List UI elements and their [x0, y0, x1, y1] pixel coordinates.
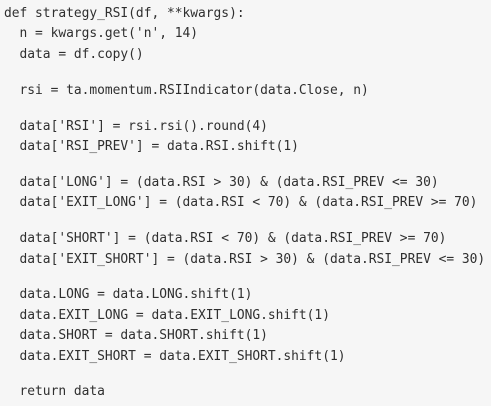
code-line: data['EXIT_LONG'] = (data.RSI < 70) & (d… [4, 195, 478, 211]
code-line: data.LONG = data.LONG.shift(1) [4, 287, 253, 303]
code-line: def strategy_RSI(df, **kwargs): [4, 6, 245, 21]
code-block: def strategy_RSI(df, **kwargs): n = kwar… [0, 0, 491, 406]
code-line: data['SHORT'] = (data.RSI < 70) & (data.… [4, 231, 447, 247]
code-line: data['RSI_PREV'] = data.RSI.shift(1) [4, 138, 299, 154]
code-line: rsi = ta.momentum.RSIIndicator(data.Clos… [4, 82, 369, 98]
code-line: data = df.copy() [4, 46, 144, 62]
code-line: data['EXIT_SHORT'] = (data.RSI > 30) & (… [4, 251, 486, 267]
code-line: data.SHORT = data.SHORT.shift(1) [4, 328, 268, 344]
code-line: data.EXIT_SHORT = data.EXIT_SHORT.shift(… [4, 348, 346, 364]
code-line: n = kwargs.get('n', 14) [4, 26, 199, 42]
code-line: data['LONG'] = (data.RSI > 30) & (data.R… [4, 174, 439, 190]
code-line: data.EXIT_LONG = data.EXIT_LONG.shift(1) [4, 307, 330, 323]
code-line: return data [4, 384, 105, 400]
code-line: data['RSI'] = rsi.rsi().round(4) [4, 118, 268, 134]
